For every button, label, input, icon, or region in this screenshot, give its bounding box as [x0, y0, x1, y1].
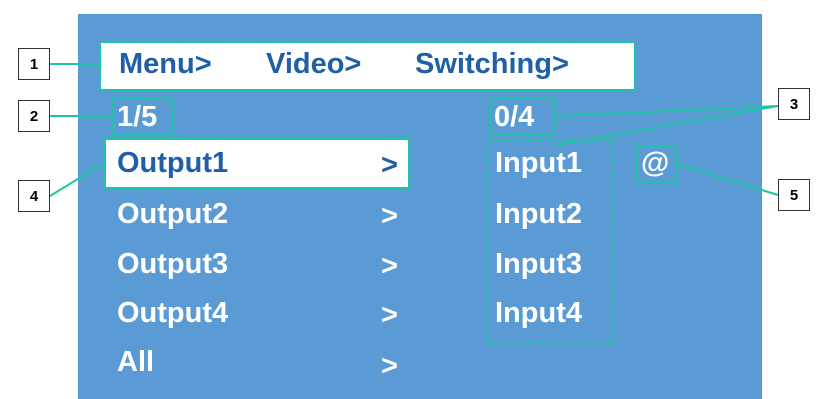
- callout-2: 2: [18, 100, 50, 132]
- callout-3: 3: [778, 88, 810, 120]
- callout-lines: [49, 63, 779, 197]
- callout-5: 5: [778, 179, 810, 211]
- callout-1: 1: [18, 48, 50, 80]
- callout-4-line: [49, 162, 105, 197]
- callout-4: 4: [18, 180, 50, 212]
- callout-5-line: [677, 163, 779, 196]
